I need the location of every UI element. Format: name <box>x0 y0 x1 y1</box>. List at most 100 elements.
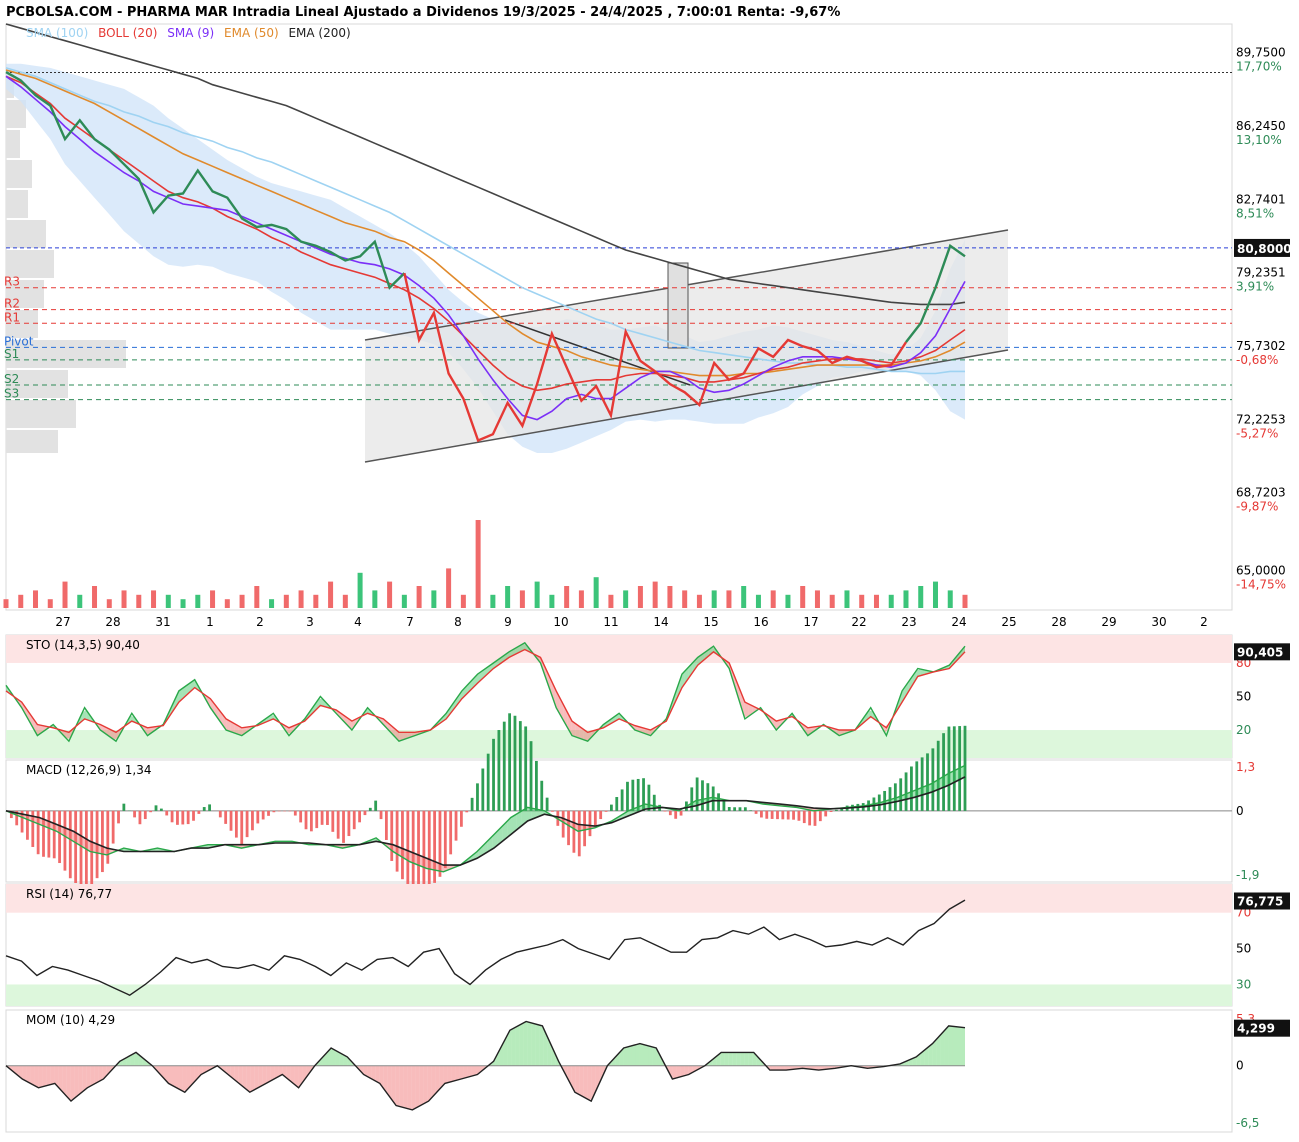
rsi-line <box>6 900 965 995</box>
macd-histogram-bar <box>503 722 506 811</box>
macd-histogram-bar <box>347 811 350 836</box>
x-tick-label: 3 <box>306 615 314 629</box>
volume-profile-bar <box>6 130 20 158</box>
macd-histogram-bar <box>524 726 527 810</box>
macd-histogram-bar <box>567 811 570 845</box>
macd-histogram-bar <box>230 811 233 831</box>
mom-fill <box>532 1023 536 1066</box>
level-label-r2: R2 <box>4 297 20 311</box>
mom-fill <box>263 1066 267 1085</box>
volume-bar <box>549 595 554 608</box>
mom-fill <box>732 1052 736 1065</box>
volume-bar <box>638 586 643 608</box>
macd-histogram-bar <box>492 739 495 811</box>
mom-fill <box>640 1044 644 1066</box>
mom-fill <box>255 1066 259 1090</box>
mom-fill <box>748 1052 752 1065</box>
mom-fill <box>588 1066 592 1100</box>
macd-histogram-bar <box>572 811 575 853</box>
panel-level-label: 0 <box>1236 804 1244 818</box>
legend-sma9: SMA (9) <box>167 26 214 40</box>
macd-histogram-bar <box>808 811 811 826</box>
x-tick-label: 4 <box>354 615 362 629</box>
y-tick-label: 68,7203 <box>1236 486 1286 500</box>
volume-bar <box>726 590 731 608</box>
panel-level-label: 50 <box>1236 690 1251 704</box>
volume-bar <box>358 573 363 608</box>
mom-fill <box>520 1023 524 1066</box>
macd-histogram-bar <box>953 726 956 811</box>
macd-histogram-bar <box>197 811 200 814</box>
mom-fill <box>399 1066 403 1108</box>
mom-fill <box>395 1066 399 1107</box>
volume-bar <box>284 595 289 608</box>
macd-histogram-bar <box>449 811 452 855</box>
x-tick-label: 2 <box>1200 615 1208 629</box>
macd-histogram-bar <box>42 811 45 857</box>
highlight-box <box>668 263 688 348</box>
volume-bar <box>77 595 82 608</box>
macd-histogram-bar <box>926 753 929 810</box>
macd-histogram-bar <box>122 804 125 811</box>
macd-histogram-bar <box>680 811 683 816</box>
macd-histogram-bar <box>771 811 774 819</box>
macd-histogram-bar <box>497 730 500 811</box>
mom-fill <box>175 1066 179 1089</box>
volume-bar <box>225 599 230 608</box>
mom-fill <box>34 1066 38 1088</box>
macd-histogram-bar <box>728 807 731 811</box>
mom-fill <box>676 1066 680 1078</box>
legend-sma100: SMA (100) <box>26 26 88 40</box>
macd-histogram-bar <box>412 811 415 890</box>
macd-histogram-bar <box>760 811 763 818</box>
macd-histogram-bar <box>219 811 222 818</box>
macd-histogram-bar <box>937 741 940 811</box>
macd-histogram-bar <box>256 811 259 824</box>
macd-histogram-bar <box>535 761 538 811</box>
macd-histogram-bar <box>390 811 393 861</box>
volume-bar <box>33 590 38 608</box>
volume-bar <box>107 599 112 608</box>
volume-bar <box>889 595 894 608</box>
y-tick-pct: 17,70% <box>1236 60 1282 74</box>
macd-histogram-bar <box>706 783 709 811</box>
macd-histogram-bar <box>824 811 827 817</box>
macd-histogram-bar <box>787 811 790 820</box>
y-tick-pct: 3,91% <box>1236 280 1274 294</box>
volume-bar <box>682 590 687 608</box>
macd-histogram-bar <box>610 805 613 811</box>
macd-histogram-bar <box>353 811 356 829</box>
mom-fill <box>407 1066 411 1110</box>
macd-histogram-bar <box>905 772 908 810</box>
x-tick-label: 27 <box>55 615 70 629</box>
macd-histogram-bar <box>155 805 158 810</box>
macd-histogram-bar <box>481 769 484 811</box>
volume-bar <box>490 595 495 608</box>
macd-histogram-bar <box>310 811 313 831</box>
macd-histogram-bar <box>278 811 281 812</box>
y-tick-pct: -9,87% <box>1236 500 1278 514</box>
macd-histogram-bar <box>289 811 292 812</box>
macd-histogram-bar <box>744 807 747 811</box>
zone <box>6 635 1232 663</box>
y-tick-label: 86,2450 <box>1236 119 1286 133</box>
level-label-r1: R1 <box>4 310 20 324</box>
macd-histogram-bar <box>139 811 142 824</box>
volume-bar <box>136 595 141 608</box>
macd-histogram-bar <box>514 716 517 811</box>
mom-fill <box>50 1066 54 1085</box>
volume-bar <box>712 590 717 608</box>
volume-bar <box>343 595 348 608</box>
panel-title: MACD (12,26,9) 1,34 <box>26 763 151 777</box>
macd-histogram-bar <box>599 811 602 819</box>
macd-histogram-bar <box>733 807 736 811</box>
macd-histogram-bar <box>262 811 265 820</box>
macd-histogram-bar <box>428 811 431 889</box>
mom-fill <box>419 1066 423 1106</box>
macd-histogram-bar <box>551 811 554 812</box>
volume-bar <box>313 595 318 608</box>
macd-histogram-bar <box>664 811 667 812</box>
mom-fill <box>584 1066 588 1100</box>
macd-histogram-bar <box>723 800 726 811</box>
macd-histogram-bar <box>594 811 597 826</box>
